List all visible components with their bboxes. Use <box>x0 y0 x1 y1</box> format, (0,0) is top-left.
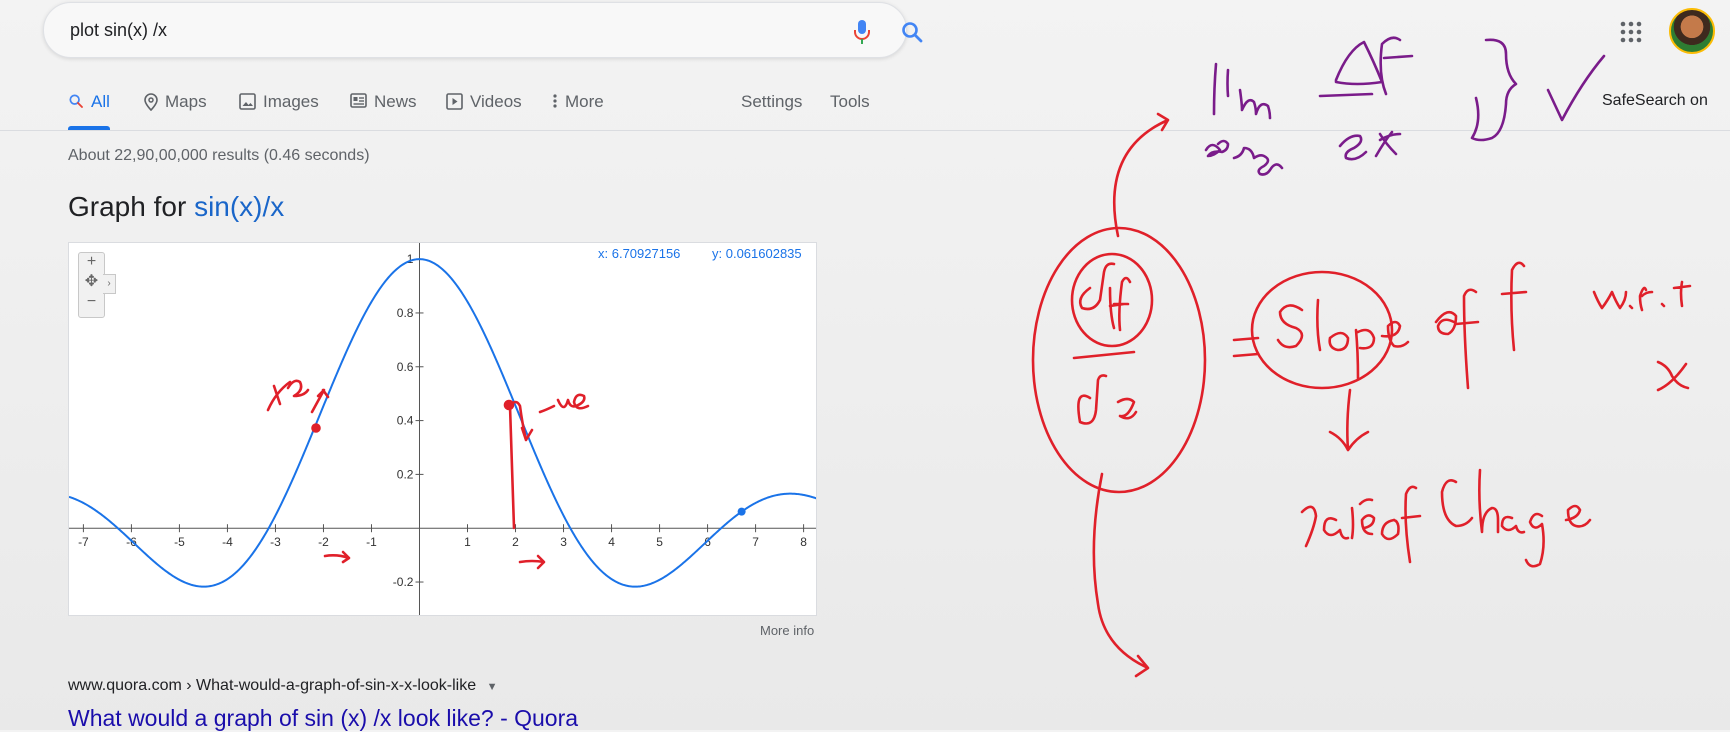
result-url-text: www.quora.com › What-would-a-graph-of-si… <box>68 677 477 694</box>
result-stats: About 22,90,00,000 results (0.46 seconds… <box>68 147 370 164</box>
more-vert-icon <box>553 94 557 108</box>
graph-plot-area[interactable]: -7 -6 -5 -4 -3 -2 -1 1 2 3 4 5 6 7 8 1 0.8 0.6 0.4 0.2 -0.2 <box>68 242 817 616</box>
search-box[interactable]: plot sin(x) /x <box>43 2 923 58</box>
highlight-point <box>737 507 746 516</box>
y-tick-label: 0.6 <box>397 360 414 374</box>
red-ink-derivative <box>1031 112 1692 678</box>
tab-label: More <box>565 92 604 111</box>
sinx-over-x-chart[interactable]: -7 -6 -5 -4 -3 -2 -1 1 2 3 4 5 6 7 810.80.60.40.2-0.2 <box>69 243 817 616</box>
x-coordinate-readout: x: 6.70927156 <box>594 245 685 262</box>
tab-images[interactable]: Images <box>239 86 319 130</box>
search-icon[interactable] <box>900 20 924 44</box>
video-icon <box>446 93 463 110</box>
x-tick-label: -4 <box>222 535 233 549</box>
tab-label: Settings <box>741 92 803 111</box>
x-tick-label: -3 <box>270 535 281 549</box>
graph-title-prefix: Graph for <box>68 191 195 222</box>
news-icon <box>350 93 367 108</box>
tab-label: News <box>374 92 417 111</box>
tab-label: Tools <box>830 92 870 111</box>
graph-title-query[interactable]: sin(x)/x <box>194 191 284 222</box>
x-tick-label: -5 <box>174 535 185 549</box>
pan-right-icon[interactable]: › <box>103 274 116 294</box>
header-divider <box>0 130 1730 131</box>
image-icon <box>239 93 256 110</box>
y-tick-label: 0.4 <box>397 414 414 428</box>
tab-more[interactable]: More <box>552 86 604 130</box>
y-tick-label: 0.2 <box>397 467 414 481</box>
x-tick-label: 3 <box>560 535 567 549</box>
search-input[interactable]: plot sin(x) /x <box>70 20 167 41</box>
x-tick-label: 7 <box>752 535 759 549</box>
x-tick-label: -7 <box>78 535 89 549</box>
tab-news[interactable]: News <box>350 86 417 130</box>
apps-grid-icon[interactable] <box>1619 20 1643 44</box>
tab-label: All <box>91 92 110 111</box>
graph-title: Graph for sin(x)/x <box>68 191 284 223</box>
x-tick-label: -1 <box>366 535 377 549</box>
x-tick-label: 4 <box>608 535 615 549</box>
y-coordinate-readout: y: 0.061602835 <box>708 245 806 262</box>
x-tick-label: 2 <box>512 535 519 549</box>
result-title-link[interactable]: What would a graph of sin (x) /x look li… <box>68 705 578 732</box>
tab-maps[interactable]: Maps <box>144 86 207 130</box>
y-tick-label: -0.2 <box>393 575 414 589</box>
purple-ink-limit <box>1204 36 1606 176</box>
y-tick-label: 0.8 <box>397 306 414 320</box>
tab-label: Images <box>263 92 319 111</box>
tools-link[interactable]: Tools <box>830 86 870 130</box>
pan-icon[interactable]: ✥ <box>79 273 104 291</box>
zoom-out-button[interactable]: − <box>79 293 104 311</box>
result-url[interactable]: www.quora.com › What-would-a-graph-of-si… <box>68 677 497 695</box>
search-icon <box>69 94 83 108</box>
avatar[interactable] <box>1669 8 1715 54</box>
map-pin-icon <box>144 93 158 111</box>
settings-link[interactable]: Settings <box>741 86 802 130</box>
tab-label: Videos <box>470 92 522 111</box>
x-tick-label: 1 <box>464 535 471 549</box>
zoom-controls: + ✥ − <box>78 252 105 318</box>
dropdown-arrow-icon[interactable]: ▼ <box>487 681 498 693</box>
tab-label: Maps <box>165 92 207 111</box>
x-tick-label: 8 <box>800 535 807 549</box>
x-tick-label: 5 <box>656 535 663 549</box>
microphone-icon[interactable] <box>852 19 872 45</box>
tab-all[interactable]: All <box>68 86 110 130</box>
tab-videos[interactable]: Videos <box>446 86 522 130</box>
zoom-in-button[interactable]: + <box>79 253 104 271</box>
x-tick-label: -2 <box>318 535 329 549</box>
safesearch-status[interactable]: SafeSearch on <box>1602 92 1708 110</box>
more-info-link[interactable]: More info <box>760 623 814 638</box>
